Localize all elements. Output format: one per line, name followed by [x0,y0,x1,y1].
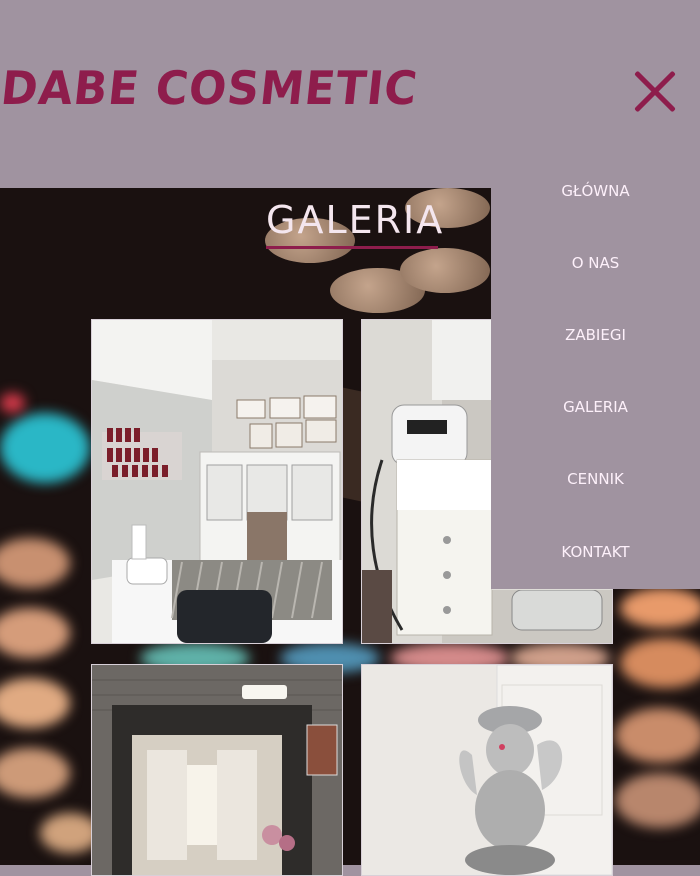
eyeshadow-pan [400,248,490,293]
bokeh-light [0,678,70,728]
salon-room-illustration [92,320,342,643]
angel-figurine-illustration [362,665,612,875]
gallery-photo-salon-room[interactable] [91,319,343,644]
bokeh-light [615,773,700,828]
close-icon[interactable] [632,68,678,114]
menu-item-glowna[interactable]: GŁÓWNA [491,182,700,200]
bokeh-light [0,393,25,413]
page-title: GALERIA [266,198,445,242]
menu-item-kontakt[interactable]: KONTAKT [491,543,700,561]
bokeh-light [615,708,700,763]
menu-item-zabiegi[interactable]: ZABIEGI [491,326,700,344]
gallery-photo-angel-figurine[interactable] [361,664,613,876]
bokeh-light [620,588,700,628]
bokeh-light [0,608,70,658]
mirror-illustration [92,665,342,875]
gallery-photo-mirror[interactable] [91,664,343,876]
menu-item-cennik[interactable]: CENNIK [491,470,700,488]
bokeh-light [620,638,700,688]
bokeh-light [0,748,70,798]
menu-item-galeria[interactable]: GALERIA [491,398,700,416]
menu-item-o-nas[interactable]: O NAS [491,254,700,272]
site-logo[interactable]: DABE COSMETIC [0,62,420,116]
bokeh-light [0,538,70,588]
bokeh-light [0,413,90,483]
title-underline [266,246,438,249]
nav-menu: GŁÓWNA O NAS ZABIEGI GALERIA CENNIK KONT… [491,155,700,589]
